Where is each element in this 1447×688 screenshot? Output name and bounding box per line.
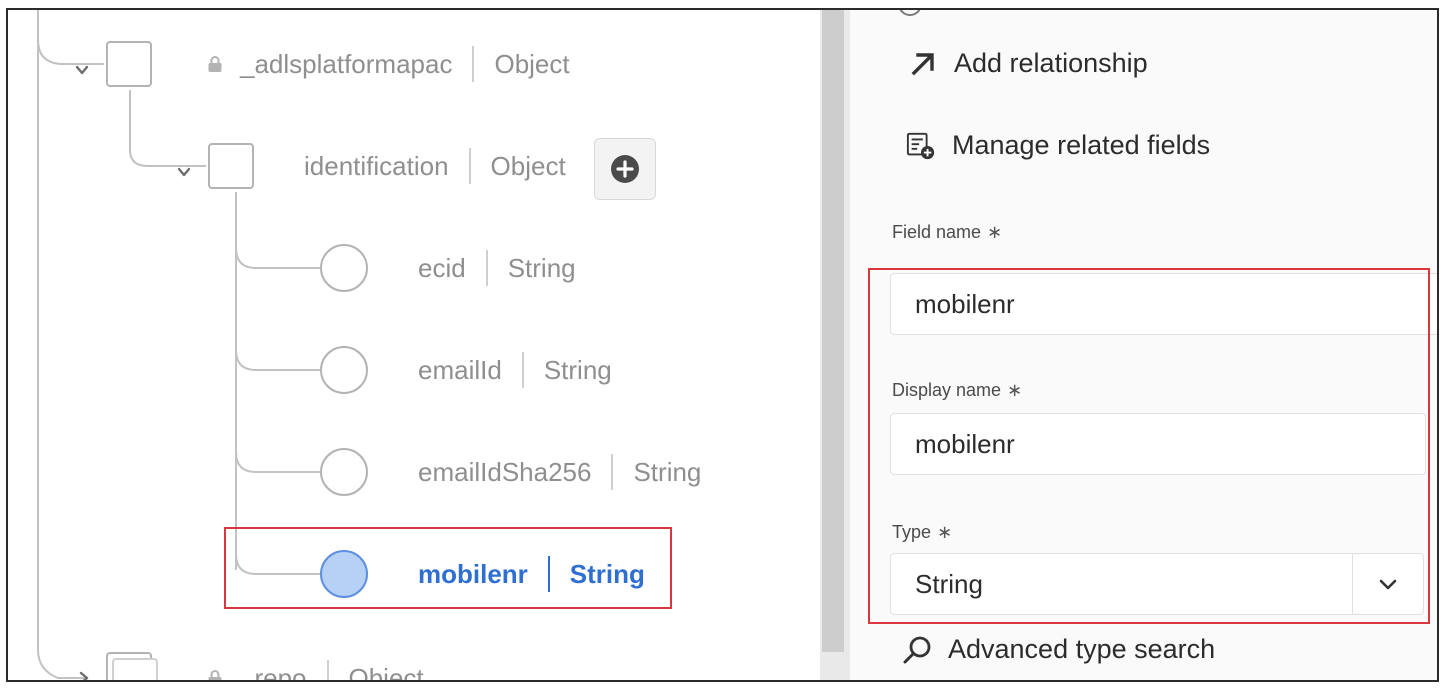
chevron-down-icon[interactable] — [176, 164, 192, 180]
tree-row-emailidsha256[interactable]: emailIdSha256 String — [418, 452, 701, 492]
object-node-icon-stack — [112, 658, 158, 680]
field-name-label: Field name ∗ — [892, 222, 1003, 242]
advanced-type-search-button[interactable]: Advanced type search — [902, 634, 1215, 665]
pane-scrollbar[interactable] — [820, 10, 850, 680]
tree-row-identification[interactable]: identification Object — [304, 146, 566, 186]
tree-row-emailid[interactable]: emailId String — [418, 350, 612, 390]
chevron-down-icon[interactable] — [74, 62, 90, 78]
tree-row-adlsplatformapac[interactable]: _adlsplatformapac Object — [206, 44, 570, 84]
field-node-icon[interactable] — [320, 448, 368, 496]
tree-row-repo[interactable]: _repo Object — [206, 658, 424, 680]
separator — [485, 250, 488, 286]
node-type: String — [543, 354, 612, 385]
partial-icon — [898, 10, 922, 16]
field-node-icon[interactable] — [320, 244, 368, 292]
node-name: _repo — [240, 662, 307, 681]
chevron-right-icon[interactable] — [76, 670, 92, 680]
arrow-up-right-icon — [908, 49, 938, 79]
field-node-icon[interactable] — [320, 346, 368, 394]
manage-related-fields-button[interactable]: Manage related fields — [906, 130, 1210, 161]
separator — [468, 148, 471, 184]
add-relationship-button[interactable]: Add relationship — [908, 48, 1148, 79]
search-icon — [902, 635, 932, 665]
manage-fields-icon — [906, 131, 936, 161]
screenshot-frame: _adlsplatformapac Object identification … — [6, 8, 1439, 682]
node-name: emailIdSha256 — [418, 456, 592, 487]
object-node-icon[interactable] — [208, 143, 254, 189]
node-type: Object — [494, 48, 570, 79]
add-relationship-label: Add relationship — [954, 48, 1148, 78]
add-field-button[interactable] — [594, 138, 656, 200]
node-name: identification — [304, 150, 449, 181]
object-node-icon[interactable] — [106, 41, 152, 87]
node-name: _adlsplatformapac — [240, 48, 453, 79]
properties-highlight-box — [868, 268, 1430, 624]
node-name: emailId — [418, 354, 502, 385]
separator — [472, 46, 475, 82]
node-type: String — [507, 252, 576, 283]
separator — [611, 454, 614, 490]
tree-row-ecid[interactable]: ecid String — [418, 248, 576, 288]
advanced-type-search-label: Advanced type search — [948, 634, 1216, 664]
lock-icon — [208, 56, 222, 72]
scrollbar-thumb[interactable] — [822, 10, 844, 652]
manage-related-fields-label: Manage related fields — [952, 130, 1211, 160]
add-circle-icon — [611, 155, 639, 183]
required-mark: ∗ — [987, 222, 1003, 242]
node-type: Object — [348, 662, 424, 681]
schema-tree-pane: _adlsplatformapac Object identification … — [8, 10, 820, 680]
selection-highlight-box — [224, 527, 672, 609]
lock-icon — [208, 670, 222, 680]
separator — [326, 660, 329, 680]
separator — [521, 352, 524, 388]
node-type: Object — [490, 150, 566, 181]
node-name: ecid — [418, 252, 466, 283]
node-type: String — [633, 456, 702, 487]
